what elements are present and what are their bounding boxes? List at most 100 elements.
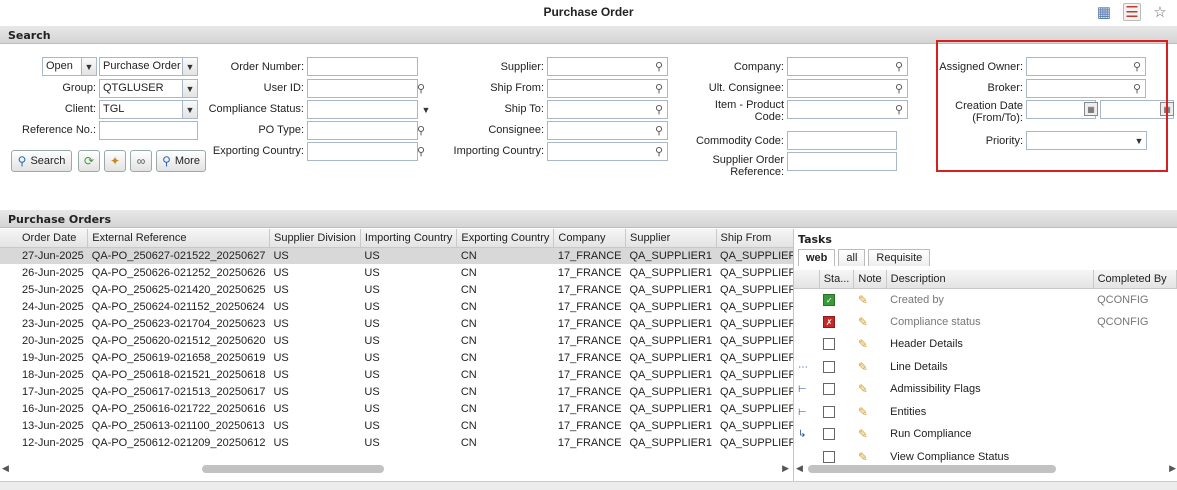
column-header[interactable]: Supplier (625, 229, 717, 248)
lookup-icon[interactable]: ⚲ (891, 101, 907, 117)
task-row[interactable]: ⊢ ✎ Admissibility Flags (794, 378, 1177, 401)
scrollbar-thumb[interactable] (808, 465, 1056, 473)
lookup-icon[interactable]: ⚲ (651, 80, 667, 96)
column-header[interactable]: Company (553, 229, 626, 248)
item-product-code-input[interactable] (787, 100, 908, 119)
column-header[interactable]: Exporting Country (456, 229, 555, 248)
table-row[interactable]: 12-Jun-2025 QA-PO_250612-021209_20250612 U… (0, 434, 807, 452)
po-type-input[interactable] (307, 121, 418, 140)
more-button[interactable]: ⚲ More (156, 150, 206, 172)
supplier-order-reference-input[interactable] (787, 152, 897, 171)
search-button[interactable]: ⚲ Search (11, 150, 72, 172)
lookup-icon[interactable]: ⚲ (413, 80, 429, 96)
chevron-down-icon[interactable]: ▼ (182, 57, 198, 76)
table-row[interactable]: 19-Jun-2025 QA-PO_250619-021658_20250619 U… (0, 349, 807, 367)
note-icon[interactable]: ✎ (858, 315, 868, 329)
table-row[interactable]: 26-Jun-2025 QA-PO_250626-021252_20250626 U… (0, 264, 807, 282)
clear-button[interactable]: ✦ (104, 150, 126, 172)
table-row[interactable]: 25-Jun-2025 QA-PO_250625-021420_20250625 U… (0, 281, 807, 299)
ship-to-input[interactable] (547, 100, 668, 119)
scroll-left-icon[interactable]: ◀ (796, 463, 803, 474)
group-select[interactable]: QTGLUSER (99, 79, 185, 98)
task-row[interactable]: ⊢ ✎ Entities (794, 401, 1177, 424)
lookup-icon[interactable]: ⚲ (651, 143, 667, 159)
column-header[interactable]: Importing Country (360, 229, 458, 248)
lookup-icon[interactable]: ⚲ (413, 143, 429, 159)
lookup-icon[interactable]: ⚲ (651, 122, 667, 138)
note-icon[interactable]: ✎ (858, 337, 868, 351)
reference-no-input[interactable] (99, 121, 198, 140)
doctype-select[interactable]: Purchase Order (99, 57, 185, 76)
chevron-down-icon[interactable]: ▼ (81, 57, 97, 76)
note-icon[interactable]: ✎ (858, 405, 868, 419)
horizontal-scrollbar[interactable]: ◀ ▶ (0, 463, 793, 475)
chart-icon[interactable]: ▦ (1095, 3, 1113, 21)
table-row[interactable]: 20-Jun-2025 QA-PO_250620-021512_20250620 U… (0, 332, 807, 350)
note-icon[interactable]: ✎ (858, 360, 868, 374)
favorite-star-icon[interactable]: ☆ (1151, 3, 1169, 21)
supplier-input[interactable] (547, 57, 668, 76)
column-header[interactable]: Note (853, 270, 887, 289)
scroll-right-icon[interactable]: ▶ (782, 463, 789, 474)
lookup-icon[interactable]: ⚲ (651, 101, 667, 117)
user-id-input[interactable] (307, 79, 418, 98)
tab-all[interactable]: all (838, 249, 866, 266)
task-checkbox[interactable] (823, 405, 836, 418)
scroll-left-icon[interactable]: ◀ (2, 463, 9, 474)
compliance-status-select[interactable] (307, 100, 418, 119)
table-row[interactable]: 24-Jun-2025 QA-PO_250624-021152_20250624 U… (0, 298, 807, 316)
tab-requisite[interactable]: Requisite (868, 249, 931, 266)
column-header[interactable]: Completed By (1093, 270, 1177, 289)
order-number-input[interactable] (307, 57, 418, 76)
client-select[interactable]: TGL (99, 100, 185, 119)
table-row[interactable]: 17-Jun-2025 QA-PO_250617-021513_20250617 U… (0, 383, 807, 401)
tasks-horizontal-scrollbar[interactable]: ◀ ▶ (794, 463, 1177, 475)
table-row[interactable]: 27-Jun-2025 QA-PO_250627-021522_20250627 U… (0, 247, 807, 265)
column-header[interactable]: External Reference (87, 229, 270, 248)
scrollbar-thumb[interactable] (202, 465, 384, 473)
task-checkbox[interactable] (823, 338, 836, 351)
lookup-icon[interactable]: ⚲ (891, 58, 907, 74)
tab-web[interactable]: web (798, 249, 836, 266)
task-checkbox[interactable] (823, 360, 836, 373)
task-checkbox[interactable] (823, 428, 836, 441)
company-input[interactable] (787, 57, 908, 76)
status-select[interactable]: Open (42, 57, 82, 76)
chevron-down-icon[interactable]: ▼ (182, 100, 198, 119)
column-header[interactable]: Order Date (0, 229, 89, 248)
table-row[interactable]: 13-Jun-2025 QA-PO_250613-021100_20250613 U… (0, 417, 807, 435)
table-row[interactable]: 16-Jun-2025 QA-PO_250616-021722_20250616 U… (0, 400, 807, 418)
lookup-icon[interactable]: ⚲ (413, 122, 429, 138)
link-button[interactable]: ∞ (130, 150, 152, 172)
column-header[interactable]: Supplier Division (269, 229, 361, 248)
chevron-down-icon[interactable]: ▼ (418, 100, 434, 119)
importing-country-input[interactable] (547, 142, 668, 161)
note-icon[interactable]: ✎ (858, 382, 868, 396)
consignee-input[interactable] (547, 121, 668, 140)
task-row[interactable]: ✗ ✎ Compliance status QCONFIG (794, 311, 1177, 334)
lookup-icon[interactable]: ⚲ (651, 58, 667, 74)
column-header[interactable]: Sta... (819, 270, 855, 289)
column-header[interactable]: Description (886, 270, 1094, 289)
task-checkbox[interactable] (823, 383, 836, 396)
table-cell: 17_FRANCE (553, 264, 626, 282)
chevron-down-icon[interactable]: ▼ (182, 79, 198, 98)
task-row[interactable]: ⋯ ✎ Line Details (794, 356, 1177, 379)
table-row[interactable]: 23-Jun-2025 QA-PO_250623-021704_20250623 U… (0, 315, 807, 333)
task-row[interactable]: ↳ ✎ Run Compliance (794, 423, 1177, 446)
task-checkbox[interactable] (823, 450, 836, 463)
table-row[interactable]: 18-Jun-2025 QA-PO_250618-021521_20250618 U… (0, 366, 807, 384)
refresh-button[interactable]: ⟳ (78, 150, 100, 172)
ult-consignee-input[interactable] (787, 79, 908, 98)
lookup-icon[interactable]: ⚲ (891, 80, 907, 96)
note-icon[interactable]: ✎ (858, 450, 868, 464)
list-view-icon[interactable]: ☰ (1123, 3, 1141, 21)
task-row[interactable]: ✎ Header Details (794, 333, 1177, 356)
ship-from-input[interactable] (547, 79, 668, 98)
note-icon[interactable]: ✎ (858, 293, 868, 307)
task-row[interactable]: ✓ ✎ Created by QCONFIG (794, 288, 1177, 311)
exporting-country-input[interactable] (307, 142, 418, 161)
scroll-right-icon[interactable]: ▶ (1169, 463, 1176, 474)
commodity-code-input[interactable] (787, 131, 897, 150)
note-icon[interactable]: ✎ (858, 427, 868, 441)
